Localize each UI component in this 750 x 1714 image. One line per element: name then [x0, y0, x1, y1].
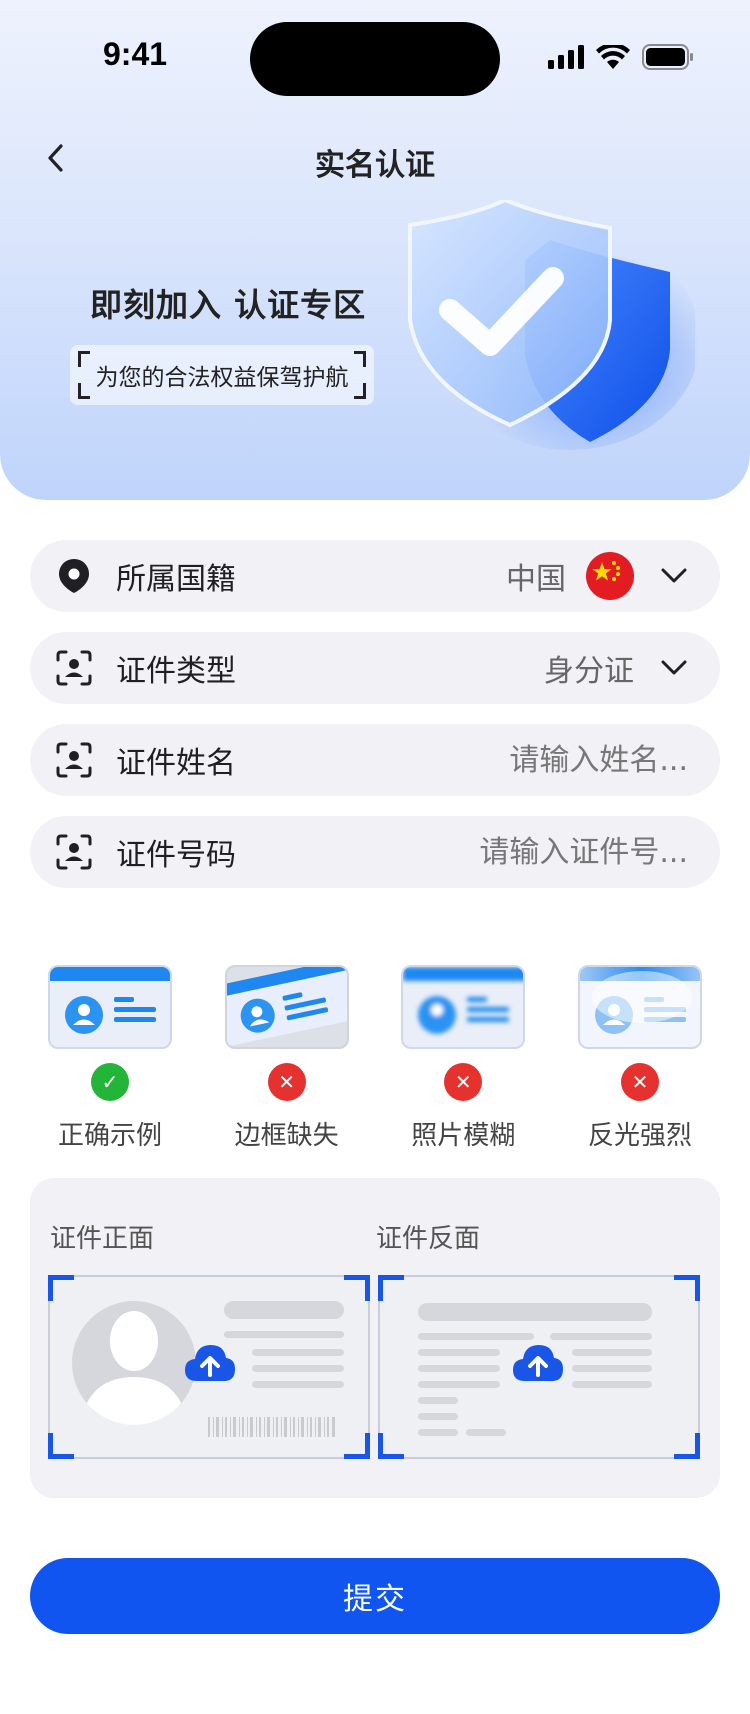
cloud-upload-icon — [185, 1345, 235, 1381]
id-card-example-image — [401, 965, 526, 1049]
id-type-label: 证件类型 — [116, 654, 236, 689]
face-scan-icon — [56, 742, 92, 778]
status-icons — [548, 42, 694, 72]
close-icon: ✕ — [267, 1063, 306, 1101]
hero-tagline-text: 为您的合法权益保驾护航 — [95, 365, 349, 391]
dynamic-island — [250, 22, 500, 96]
hero-title: 即刻加入 认证专区 — [90, 286, 367, 324]
example-border-missing: ✕ 边框缺失 — [207, 965, 367, 1155]
face-scan-icon — [56, 834, 92, 870]
shield-check-icon — [408, 200, 695, 450]
example-label: 边框缺失 — [234, 1121, 339, 1151]
hero-header: 9:41 实名认证 即刻加入 认证专区 为您的合法权益保驾护航 — [0, 0, 750, 500]
face-scan-icon — [56, 650, 92, 686]
submit-button[interactable]: 提交 — [30, 1558, 720, 1634]
example-blurry: ✕ 照片模糊 — [383, 965, 543, 1155]
id-name-label: 证件姓名 — [116, 746, 236, 781]
id-number-field[interactable]: 证件号码 — [30, 816, 720, 888]
id-type-select[interactable]: 证件类型 身分证 — [30, 632, 720, 704]
example-correct: ✓ 正确示例 — [30, 965, 190, 1155]
nationality-value: 中国 — [506, 562, 566, 597]
photo-examples: ✓ 正确示例 ✕ 边框缺失 ✕ 照片模糊 ✕ 反光强烈 — [30, 965, 720, 1155]
example-label: 照片模糊 — [411, 1121, 516, 1151]
id-number-label: 证件号码 — [116, 838, 236, 873]
upload-panel: 证件正面 证件反面 — [30, 1178, 720, 1498]
id-number-input[interactable] — [388, 834, 688, 870]
front-label: 证件正面 — [50, 1224, 155, 1254]
upload-front-slot[interactable] — [48, 1275, 370, 1459]
signal-icon — [548, 45, 584, 69]
chevron-down-icon — [660, 562, 688, 590]
id-name-input[interactable] — [428, 742, 688, 778]
china-flag-icon — [586, 552, 634, 600]
location-pin-icon — [56, 558, 92, 594]
nationality-label: 所属国籍 — [116, 562, 236, 597]
id-card-example-image — [224, 965, 349, 1049]
back-label: 证件反面 — [376, 1224, 481, 1254]
page-title: 实名认证 — [315, 148, 435, 183]
chevron-down-icon — [660, 654, 688, 682]
battery-icon — [642, 44, 693, 70]
status-time: 9:41 — [103, 36, 168, 72]
id-card-example-image — [48, 965, 172, 1049]
upload-back-slot[interactable] — [378, 1275, 700, 1459]
id-type-value: 身分证 — [544, 654, 634, 689]
hero-tagline: 为您的合法权益保驾护航 — [70, 345, 374, 405]
nationality-select[interactable]: 所属国籍 中国 — [30, 540, 720, 612]
example-label: 正确示例 — [57, 1121, 162, 1151]
wifi-icon — [596, 45, 630, 69]
check-icon: ✓ — [91, 1063, 129, 1101]
example-glare: ✕ 反光强烈 — [560, 965, 720, 1155]
close-icon: ✕ — [444, 1063, 483, 1101]
id-name-field[interactable]: 证件姓名 — [30, 724, 720, 796]
cloud-upload-icon — [513, 1345, 563, 1381]
close-icon: ✕ — [620, 1063, 659, 1101]
example-label: 反光强烈 — [587, 1121, 692, 1151]
id-card-example-image — [577, 965, 702, 1049]
